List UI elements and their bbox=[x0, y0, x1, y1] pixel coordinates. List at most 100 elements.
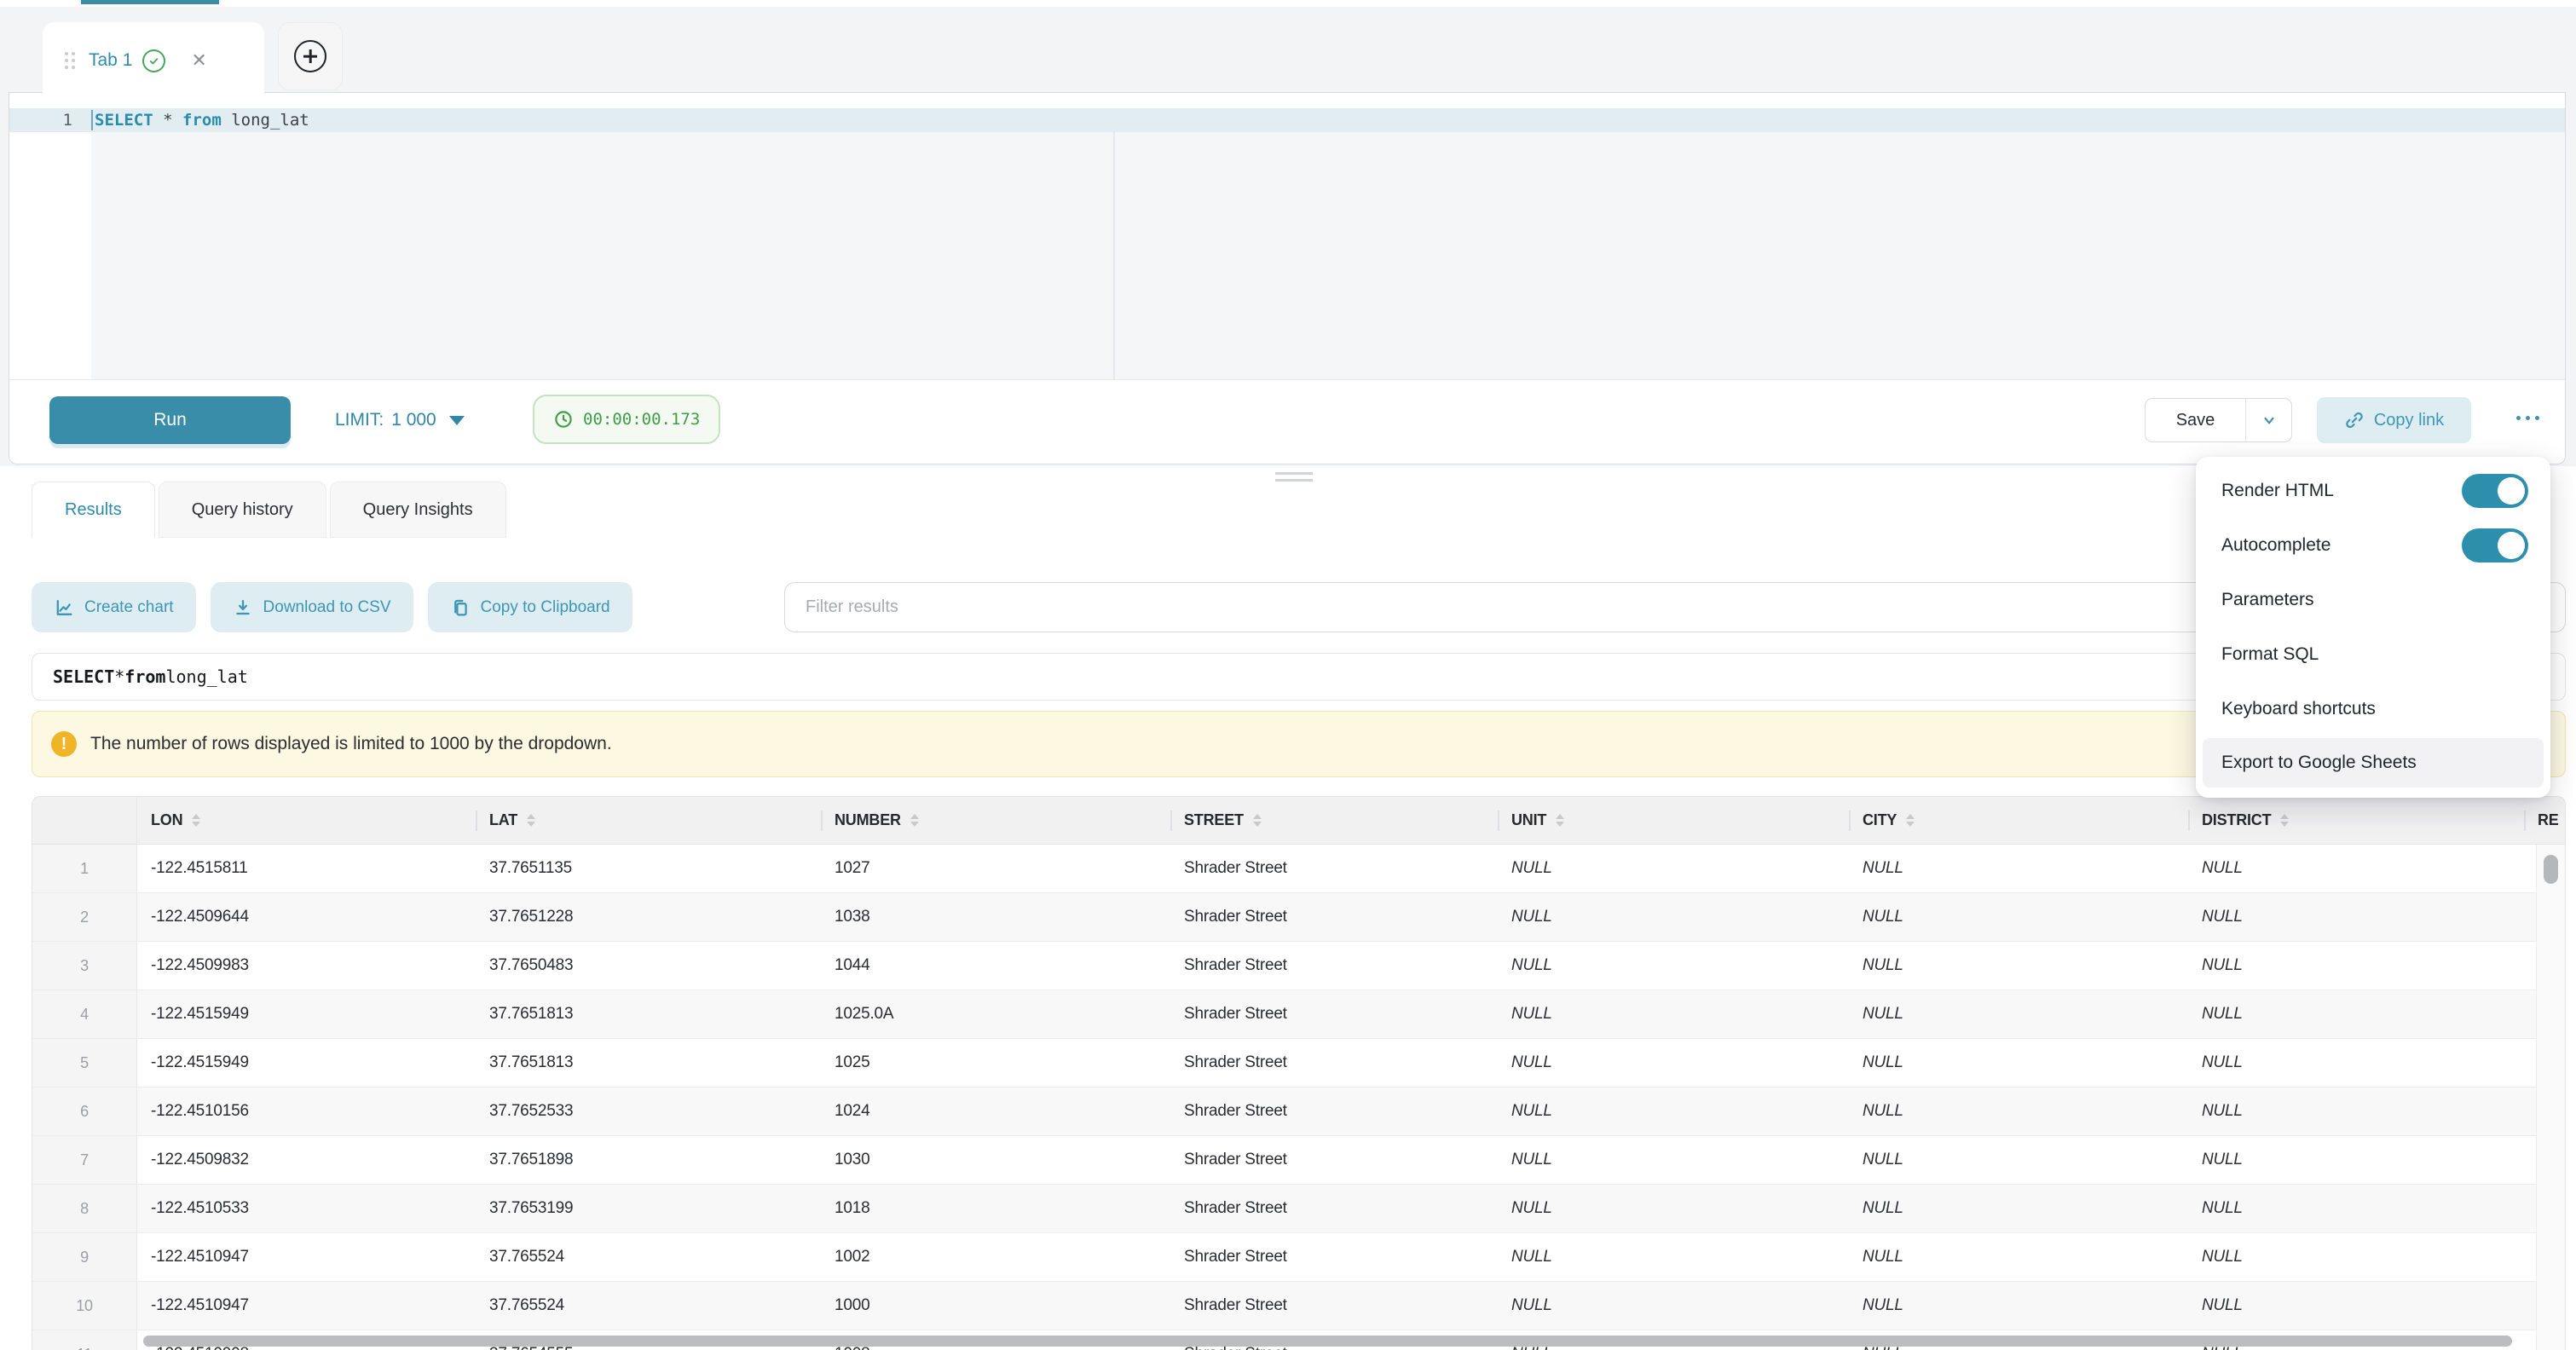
close-tab-icon[interactable]: ✕ bbox=[191, 49, 206, 72]
sort-icon[interactable] bbox=[527, 814, 535, 827]
table-cell: NULL bbox=[1849, 893, 2188, 941]
table-cell: Shrader Street bbox=[1170, 1282, 1498, 1330]
table-cell: NULL bbox=[2188, 1185, 2524, 1232]
table-cell: NULL bbox=[1849, 990, 2188, 1038]
horizontal-scrollbar-thumb[interactable] bbox=[143, 1336, 2512, 1347]
table-row[interactable]: 5-122.451594937.76518131025Shrader Stree… bbox=[32, 1039, 2565, 1088]
table-cell: 1002 bbox=[821, 1233, 1170, 1281]
row-number: 1 bbox=[32, 845, 137, 892]
menu-item-export-google-sheets[interactable]: Export to Google Sheets bbox=[2203, 738, 2544, 788]
sort-icon[interactable] bbox=[2280, 814, 2289, 827]
download-csv-button[interactable]: Download to CSV bbox=[211, 582, 413, 632]
tab-query-history[interactable]: Query history bbox=[159, 482, 326, 538]
column-header-street[interactable]: STREET bbox=[1170, 797, 1498, 844]
column-header-lat[interactable]: LAT bbox=[476, 797, 821, 844]
vertical-scrollbar-thumb[interactable] bbox=[2544, 855, 2558, 884]
table-cell: -122.4509644 bbox=[137, 893, 476, 941]
sort-icon[interactable] bbox=[1253, 814, 1262, 827]
tab-title: Tab 1 bbox=[89, 50, 132, 71]
menu-item-autocomplete[interactable]: Autocomplete bbox=[2196, 518, 2550, 573]
menu-item-keyboard-shortcuts[interactable]: Keyboard shortcuts bbox=[2196, 682, 2550, 736]
column-header-lon[interactable]: LON bbox=[137, 797, 476, 844]
table-cell: 37.765524 bbox=[476, 1233, 821, 1281]
sql-code-line[interactable]: SELECT * from long_lat bbox=[95, 111, 309, 130]
limit-dropdown[interactable]: LIMIT: 1 000 bbox=[335, 396, 465, 444]
line-number: 1 bbox=[9, 111, 91, 130]
vertical-scrollbar[interactable] bbox=[2536, 845, 2565, 1350]
table-cell: NULL bbox=[2188, 990, 2524, 1038]
row-number: 7 bbox=[32, 1136, 137, 1184]
table-cell: Shrader Street bbox=[1170, 893, 1498, 941]
chart-icon bbox=[54, 597, 74, 618]
column-header-city[interactable]: CITY bbox=[1849, 797, 2188, 844]
table-cell: -122.4515811 bbox=[137, 845, 476, 892]
sort-icon[interactable] bbox=[1906, 814, 1915, 827]
menu-item-format-sql[interactable]: Format SQL bbox=[2196, 627, 2550, 682]
sort-icon[interactable] bbox=[910, 814, 919, 827]
table-row[interactable]: 1-122.451581137.76511351027Shrader Stree… bbox=[32, 845, 2565, 893]
render-html-toggle[interactable] bbox=[2462, 474, 2528, 508]
results-panel: Results Query history Query Insights Cre… bbox=[0, 466, 2576, 1350]
editor-body[interactable] bbox=[9, 132, 2565, 379]
results-table-body: 1-122.451581137.76511351027Shrader Stree… bbox=[32, 845, 2565, 1350]
table-cell: 37.7650483 bbox=[476, 942, 821, 989]
column-header-district[interactable]: DISTRICT bbox=[2188, 797, 2524, 844]
table-cell: Shrader Street bbox=[1170, 1233, 1498, 1281]
menu-item-parameters[interactable]: Parameters bbox=[2196, 573, 2550, 627]
table-cell: -122.4515949 bbox=[137, 1039, 476, 1087]
table-row[interactable]: 8-122.451053337.76531991018Shrader Stree… bbox=[32, 1185, 2565, 1233]
sort-icon[interactable] bbox=[192, 814, 200, 827]
table-cell: 37.7651813 bbox=[476, 1039, 821, 1087]
table-row[interactable]: 10-122.451094737.7655241000Shrader Stree… bbox=[32, 1282, 2565, 1330]
table-cell: NULL bbox=[2188, 1136, 2524, 1184]
copy-link-button[interactable]: Copy link bbox=[2317, 397, 2471, 443]
table-cell: -122.4509832 bbox=[137, 1136, 476, 1184]
results-tab-bar: Results Query history Query Insights bbox=[32, 482, 506, 538]
column-header-re[interactable]: RE bbox=[2524, 797, 2565, 844]
table-header-row: LON LAT NUMBER STREET UNIT CITY DISTRICT… bbox=[32, 797, 2565, 845]
editor-active-line[interactable]: 1 SELECT * from long_lat bbox=[9, 108, 2565, 132]
table-row[interactable]: 7-122.450983237.76518981030Shrader Stree… bbox=[32, 1136, 2565, 1185]
column-header-number[interactable]: NUMBER bbox=[821, 797, 1170, 844]
table-cell: NULL bbox=[1849, 1136, 2188, 1184]
column-header-unit[interactable]: UNIT bbox=[1498, 797, 1849, 844]
row-number: 6 bbox=[32, 1088, 137, 1135]
run-button[interactable]: Run bbox=[49, 396, 291, 444]
create-chart-button[interactable]: Create chart bbox=[32, 582, 196, 632]
autocomplete-toggle[interactable] bbox=[2462, 528, 2528, 562]
table-cell: 1025.0A bbox=[821, 990, 1170, 1038]
table-cell: NULL bbox=[1498, 942, 1849, 989]
tab-results[interactable]: Results bbox=[32, 482, 155, 538]
limit-value: 1 000 bbox=[391, 410, 436, 430]
table-cell: 37.765524 bbox=[476, 1282, 821, 1330]
table-cell: NULL bbox=[2188, 845, 2524, 892]
save-options-button[interactable] bbox=[2245, 399, 2291, 441]
table-row[interactable]: 6-122.451015637.76525331024Shrader Stree… bbox=[32, 1088, 2565, 1136]
more-options-button[interactable] bbox=[2516, 416, 2539, 420]
tab-query-insights[interactable]: Query Insights bbox=[330, 482, 506, 538]
table-cell: 37.7651135 bbox=[476, 845, 821, 892]
table-row[interactable]: 3-122.450998337.76504831044Shrader Stree… bbox=[32, 942, 2565, 990]
text-cursor bbox=[91, 110, 93, 130]
menu-item-render-html[interactable]: Render HTML bbox=[2196, 464, 2550, 518]
table-cell: NULL bbox=[2188, 1233, 2524, 1281]
table-cell: -122.4510156 bbox=[137, 1088, 476, 1135]
copy-to-clipboard-button[interactable]: Copy to Clipboard bbox=[428, 582, 632, 632]
table-row[interactable]: 4-122.451594937.76518131025.0AShrader St… bbox=[32, 990, 2565, 1039]
table-cell: NULL bbox=[1849, 942, 2188, 989]
results-table: LON LAT NUMBER STREET UNIT CITY DISTRICT… bbox=[32, 796, 2566, 1350]
pane-resize-handle[interactable] bbox=[1275, 472, 1313, 486]
table-cell: 1025 bbox=[821, 1039, 1170, 1087]
table-cell: NULL bbox=[1498, 1233, 1849, 1281]
table-cell: Shrader Street bbox=[1170, 1136, 1498, 1184]
sort-icon[interactable] bbox=[1556, 814, 1564, 827]
row-number-header bbox=[32, 797, 137, 844]
save-button[interactable]: Save bbox=[2146, 399, 2245, 441]
drag-handle-icon[interactable] bbox=[65, 52, 75, 69]
table-row[interactable]: 2-122.450964437.76512281038Shrader Stree… bbox=[32, 893, 2565, 942]
tab-1[interactable]: Tab 1 ✕ bbox=[43, 22, 264, 99]
add-tab-button[interactable] bbox=[278, 22, 343, 90]
table-row[interactable]: 9-122.451094737.7655241002Shrader Street… bbox=[32, 1233, 2565, 1282]
top-progress-bar bbox=[81, 0, 219, 4]
editor-gutter bbox=[9, 132, 91, 379]
